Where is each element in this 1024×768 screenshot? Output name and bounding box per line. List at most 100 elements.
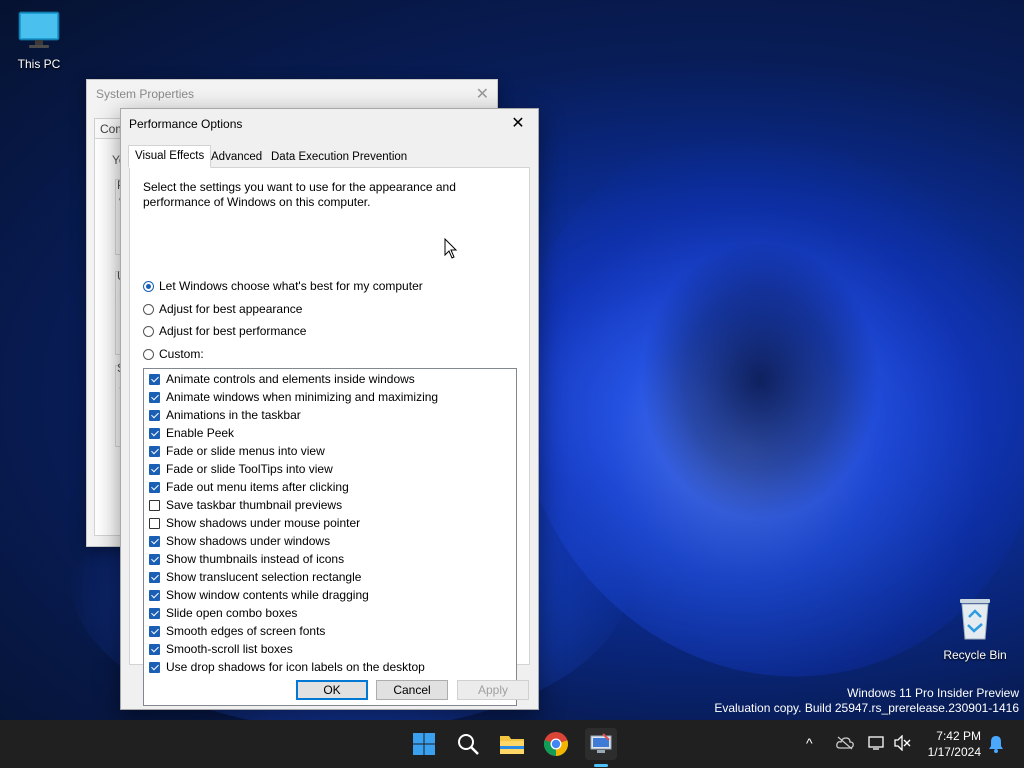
wallpaper-bloom-shadow: [640, 240, 880, 520]
clock-date: 1/17/2024: [927, 745, 981, 759]
effect-label: Smooth edges of screen fonts: [166, 624, 326, 638]
effect-item[interactable]: Animate controls and elements inside win…: [149, 370, 415, 388]
checkbox[interactable]: [149, 499, 160, 511]
active-app-indicator: [594, 764, 608, 767]
checkbox[interactable]: [149, 625, 160, 637]
effect-item[interactable]: Show shadows under mouse pointer: [149, 514, 360, 532]
desktop-icon-label: This PC: [17, 57, 61, 71]
taskbar: ^ 7:42 PM 1/17/2024: [0, 720, 1024, 768]
effect-label: Animations in the taskbar: [166, 408, 301, 422]
checkbox[interactable]: [149, 373, 160, 385]
effect-item[interactable]: Animations in the taskbar: [149, 406, 301, 424]
close-icon[interactable]: ✕: [476, 84, 489, 104]
effect-item[interactable]: Fade or slide menus into view: [149, 442, 325, 460]
checkbox[interactable]: [149, 463, 160, 475]
checkbox[interactable]: [149, 661, 160, 673]
desktop-icon-this-pc[interactable]: This PC: [3, 10, 75, 71]
volume-muted-icon[interactable]: [893, 734, 911, 754]
effect-label: Smooth-scroll list boxes: [166, 642, 293, 656]
mouse-pointer-icon: [444, 238, 458, 259]
effect-label: Fade or slide menus into view: [166, 444, 325, 458]
radio-button[interactable]: [143, 348, 154, 360]
checkbox[interactable]: [149, 571, 160, 583]
watermark-edition: Windows 11 Pro Insider Preview: [847, 686, 1019, 700]
effect-item[interactable]: Animate windows when minimizing and maxi…: [149, 388, 438, 406]
visual-effects-list[interactable]: Animate controls and elements inside win…: [143, 368, 517, 706]
effect-item[interactable]: Show thumbnails instead of icons: [149, 550, 344, 568]
network-icon[interactable]: [868, 735, 886, 754]
start-icon[interactable]: [408, 728, 440, 760]
tab-visual-effects[interactable]: Visual Effects: [128, 145, 212, 168]
monitor-icon: [18, 11, 60, 48]
tab-advanced[interactable]: Advanced: [204, 147, 269, 167]
radio-label: Adjust for best appearance: [159, 302, 303, 316]
dialog-title: Performance Options: [129, 117, 243, 131]
notification-bell-icon[interactable]: [988, 735, 1004, 756]
effect-item[interactable]: Slide open combo boxes: [149, 604, 297, 622]
effect-item[interactable]: Use drop shadows for icon labels on the …: [149, 658, 425, 676]
effect-label: Enable Peek: [166, 426, 235, 440]
chrome-icon[interactable]: [540, 728, 572, 760]
checkbox[interactable]: [149, 445, 160, 457]
radio-label: Custom:: [159, 347, 204, 361]
effect-label: Animate controls and elements inside win…: [166, 372, 415, 386]
window-title: System Properties: [96, 87, 195, 101]
checkbox[interactable]: [149, 643, 160, 655]
radio-best-appearance[interactable]: Adjust for best appearance: [143, 300, 302, 318]
close-icon[interactable]: ✕: [506, 113, 530, 135]
chevron-up-icon[interactable]: ^: [806, 735, 813, 751]
effect-label: Animate windows when minimizing and maxi…: [166, 390, 439, 404]
apply-button[interactable]: Apply: [457, 680, 529, 700]
title-bar[interactable]: Performance Options ✕: [121, 109, 538, 139]
checkbox[interactable]: [149, 535, 160, 547]
effect-label: Fade or slide ToolTips into view: [166, 462, 333, 476]
radio-button-selected[interactable]: [143, 280, 154, 292]
effect-item[interactable]: Enable Peek: [149, 424, 234, 442]
effect-label: Show window contents while dragging: [166, 588, 369, 602]
effect-label: Show shadows under mouse pointer: [166, 516, 361, 530]
radio-let-windows-choose[interactable]: Let Windows choose what's best for my co…: [143, 277, 423, 295]
checkbox[interactable]: [149, 391, 160, 403]
radio-button[interactable]: [143, 303, 154, 315]
radio-button[interactable]: [143, 325, 154, 337]
checkbox[interactable]: [149, 607, 160, 619]
effect-item[interactable]: Smooth edges of screen fonts: [149, 622, 325, 640]
effect-item[interactable]: Show shadows under windows: [149, 532, 330, 550]
effect-label: Show translucent selection rectangle: [166, 570, 362, 584]
radio-label: Let Windows choose what's best for my co…: [159, 279, 423, 293]
effect-label: Show shadows under windows: [166, 534, 331, 548]
radio-label: Adjust for best performance: [159, 324, 307, 338]
system-properties-icon[interactable]: [585, 728, 617, 760]
checkbox[interactable]: [149, 589, 160, 601]
effect-item[interactable]: Fade or slide ToolTips into view: [149, 460, 333, 478]
cancel-button[interactable]: Cancel: [376, 680, 448, 700]
clock-time: 7:42 PM: [936, 729, 981, 743]
effect-item[interactable]: Show window contents while dragging: [149, 586, 369, 604]
effect-item[interactable]: Show translucent selection rectangle: [149, 568, 361, 586]
effect-item[interactable]: Smooth-scroll list boxes: [149, 640, 293, 658]
tab-data-execution-prevention[interactable]: Data Execution Prevention: [264, 147, 414, 167]
radio-custom[interactable]: Custom:: [143, 345, 204, 363]
onedrive-icon[interactable]: [836, 736, 854, 753]
effect-item[interactable]: Save taskbar thumbnail previews: [149, 496, 342, 514]
clock[interactable]: 7:42 PM 1/17/2024: [928, 728, 981, 760]
evaluation-watermark: Windows 11 Pro Insider Preview Evaluatio…: [714, 686, 1019, 716]
checkbox[interactable]: [149, 427, 160, 439]
checkbox[interactable]: [149, 481, 160, 493]
watermark-build: Evaluation copy. Build 25947.rs_prerelea…: [714, 701, 1019, 715]
ok-button[interactable]: OK: [296, 680, 368, 700]
performance-options-dialog[interactable]: Performance Options ✕ Visual Effects Adv…: [120, 108, 539, 710]
desktop-icon-recycle-bin[interactable]: Recycle Bin: [939, 597, 1011, 662]
description-text: Select the settings you want to use for …: [143, 180, 456, 209]
checkbox[interactable]: [149, 409, 160, 421]
file-explorer-icon[interactable]: [496, 728, 528, 760]
effect-label: Slide open combo boxes: [166, 606, 298, 620]
radio-best-performance[interactable]: Adjust for best performance: [143, 322, 306, 340]
recycle-bin-icon: [960, 599, 990, 640]
effect-item[interactable]: Fade out menu items after clicking: [149, 478, 349, 496]
visual-effects-panel: Select the settings you want to use for …: [129, 167, 530, 706]
checkbox[interactable]: [149, 517, 160, 529]
checkbox[interactable]: [149, 553, 160, 565]
search-icon[interactable]: [452, 728, 484, 760]
effect-label: Fade out menu items after clicking: [166, 480, 349, 494]
